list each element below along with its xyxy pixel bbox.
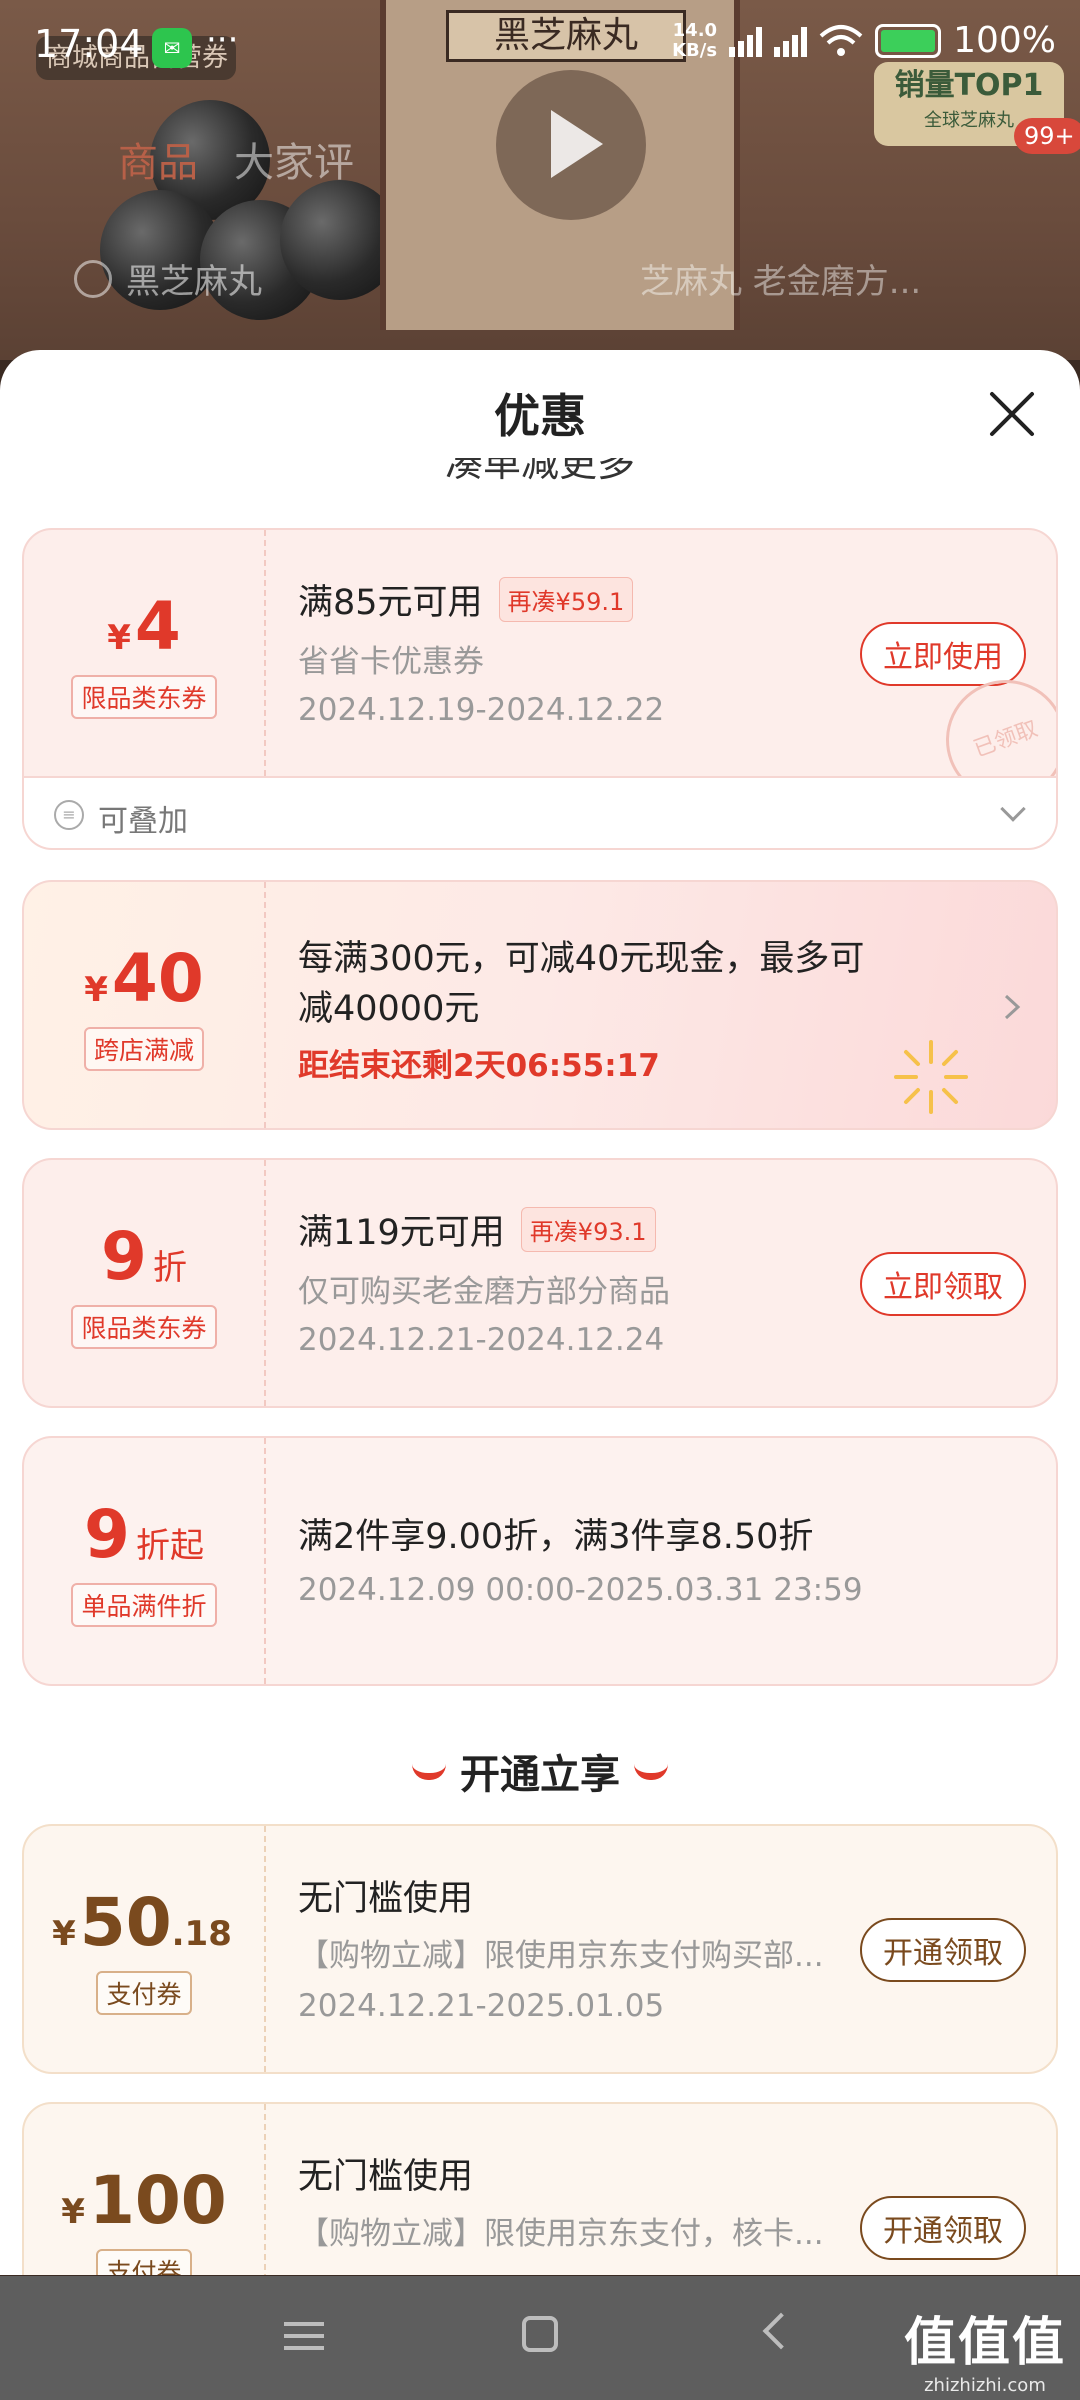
menu-icon[interactable] — [284, 2322, 324, 2358]
coupon-amount: 9 — [84, 1495, 130, 1573]
discount-rule-line1: 每满300元，可减40元现金，最多可 — [298, 939, 865, 979]
activate-claim-button[interactable]: 开通领取 — [860, 2196, 1026, 2260]
discount-rule-line2: 减40000元 — [298, 989, 480, 1029]
home-icon[interactable] — [522, 2316, 558, 2352]
coupon-description: 【购物立减】限使用京东支付购买部... — [298, 1938, 824, 1974]
pay-coupon-card[interactable]: ¥ 50 .18 支付券 无门槛使用 【购物立减】限使用京东支付购买部... 2… — [22, 1824, 1058, 2074]
use-now-button[interactable]: 立即使用 — [860, 622, 1026, 686]
smile-left-icon — [412, 1764, 446, 1780]
wechat-icon: ✉ — [152, 28, 192, 68]
coupon-amount: 4 — [134, 587, 181, 665]
product-option-left[interactable]: 黑芝麻丸 — [126, 254, 262, 303]
coupon-date: 2024.12.19-2024.12.22 — [298, 692, 665, 728]
stack-icon: ≡ — [54, 800, 84, 830]
stackable-label: 可叠加 — [98, 804, 188, 839]
multi-item-discount-card[interactable]: 9 折起 单品满件折 满2件享9.00折，满3件享8.50折 2024.12.0… — [22, 1436, 1058, 1686]
chevron-right-icon[interactable] — [1002, 992, 1022, 1022]
coupon-description: 省省卡优惠券 — [298, 644, 484, 680]
top-up-pill: 再凑¥59.1 — [498, 577, 634, 622]
coupon-amount: 40 — [111, 939, 204, 1017]
coupon-card[interactable]: 9 折 限品类东券 满119元可用 再凑¥93.1 仅可购买老金磨方部分商品 2… — [22, 1158, 1058, 1408]
coupon-card[interactable]: ¥ 4 限品类东券 满85元可用 再凑¥59.1 省省卡优惠券 2024.12.… — [22, 528, 1058, 778]
pay-coupon-card[interactable]: ¥ 100 支付券 无门槛使用 【购物立减】限使用京东支付，核卡... 开通领取 — [22, 2102, 1058, 2275]
wifi-icon — [819, 24, 863, 56]
coupon-description: 仅可购买老金磨方部分商品 — [298, 1274, 670, 1310]
play-icon[interactable] — [551, 110, 603, 178]
tab-reviews[interactable]: 大家评 — [234, 140, 354, 186]
navigation-bar: 值值值 zhizhizhi.com — [0, 2276, 1080, 2400]
battery-level: 100% — [953, 20, 1056, 61]
battery-icon — [875, 23, 942, 58]
back-icon[interactable] — [762, 2312, 800, 2350]
coupon-type: 支付券 — [96, 1970, 192, 2015]
signal-icon — [729, 25, 763, 57]
tab-product[interactable]: 商品 — [118, 140, 198, 186]
coupon-amount: 50 — [79, 1883, 172, 1961]
coupon-condition: 无门槛使用 — [298, 1879, 474, 1919]
badge-count: 99+ — [1014, 118, 1080, 154]
top-up-pill: 再凑¥93.1 — [520, 1207, 656, 1252]
sheet-title: 优惠 — [494, 389, 586, 443]
section-cut-heading: 凑单减更多 — [444, 458, 635, 485]
coupon-type: 限品类东券 — [71, 674, 217, 719]
chevron-down-icon — [1000, 796, 1026, 822]
watermark: 值值值 zhizhizhi.com — [903, 2313, 1066, 2396]
stackable-row[interactable]: ≡ 可叠加 — [22, 778, 1058, 850]
coupon-type: 跨店满减 — [83, 1026, 204, 1071]
coupon-date: 2024.12.21-2024.12.24 — [298, 1322, 665, 1358]
status-bar: 17:04 ✉ ··· 14.0 KB/s 100% — [0, 0, 1080, 96]
product-radio[interactable] — [74, 260, 112, 298]
product-option-right[interactable]: 芝麻丸 老金磨方... — [640, 254, 921, 303]
claim-now-button[interactable]: 立即领取 — [860, 1252, 1026, 1316]
coupon-condition: 满2件享9.00折，满3件享8.50折 — [298, 1517, 814, 1557]
firework-icon — [894, 1040, 968, 1114]
coupon-condition: 满85元可用 — [298, 583, 483, 623]
close-icon[interactable] — [984, 386, 1040, 442]
coupon-type: 单品满件折 — [71, 1582, 217, 1627]
more-notifications-icon: ··· — [206, 20, 239, 60]
coupon-date: 2024.12.09 00:00-2025.03.31 23:59 — [298, 1572, 863, 1608]
countdown: 距结束还剩2天06:55:17 — [298, 1048, 660, 1084]
coupon-amount: 9 — [101, 1217, 147, 1295]
coupon-sheet: 优惠 凑单减更多 ¥ 4 限品类东券 满85元可用 再凑¥59.1 省省卡优惠券… — [0, 350, 1080, 2275]
activate-claim-button[interactable]: 开通领取 — [860, 1918, 1026, 1982]
coupon-condition: 满119元可用 — [298, 1213, 505, 1253]
coupon-type: 支付券 — [96, 2248, 192, 2275]
section-heading: 开通立享 — [0, 1742, 1080, 1800]
coupon-condition: 无门槛使用 — [298, 2157, 474, 2197]
smile-right-icon — [634, 1764, 668, 1780]
signal-icon-2 — [774, 25, 808, 57]
coupon-date: 2024.12.21-2025.01.05 — [298, 1988, 665, 2024]
coupon-description: 【购物立减】限使用京东支付，核卡... — [298, 2216, 824, 2252]
coupon-type: 限品类东券 — [71, 1304, 217, 1349]
status-time: 17:04 — [34, 22, 144, 66]
cross-store-discount-card[interactable]: ¥ 40 跨店满减 每满300元，可减40元现金，最多可 减40000元 距结束… — [22, 880, 1058, 1130]
network-speed: 14.0 KB/s — [672, 19, 718, 61]
coupon-amount: 100 — [88, 2161, 227, 2239]
